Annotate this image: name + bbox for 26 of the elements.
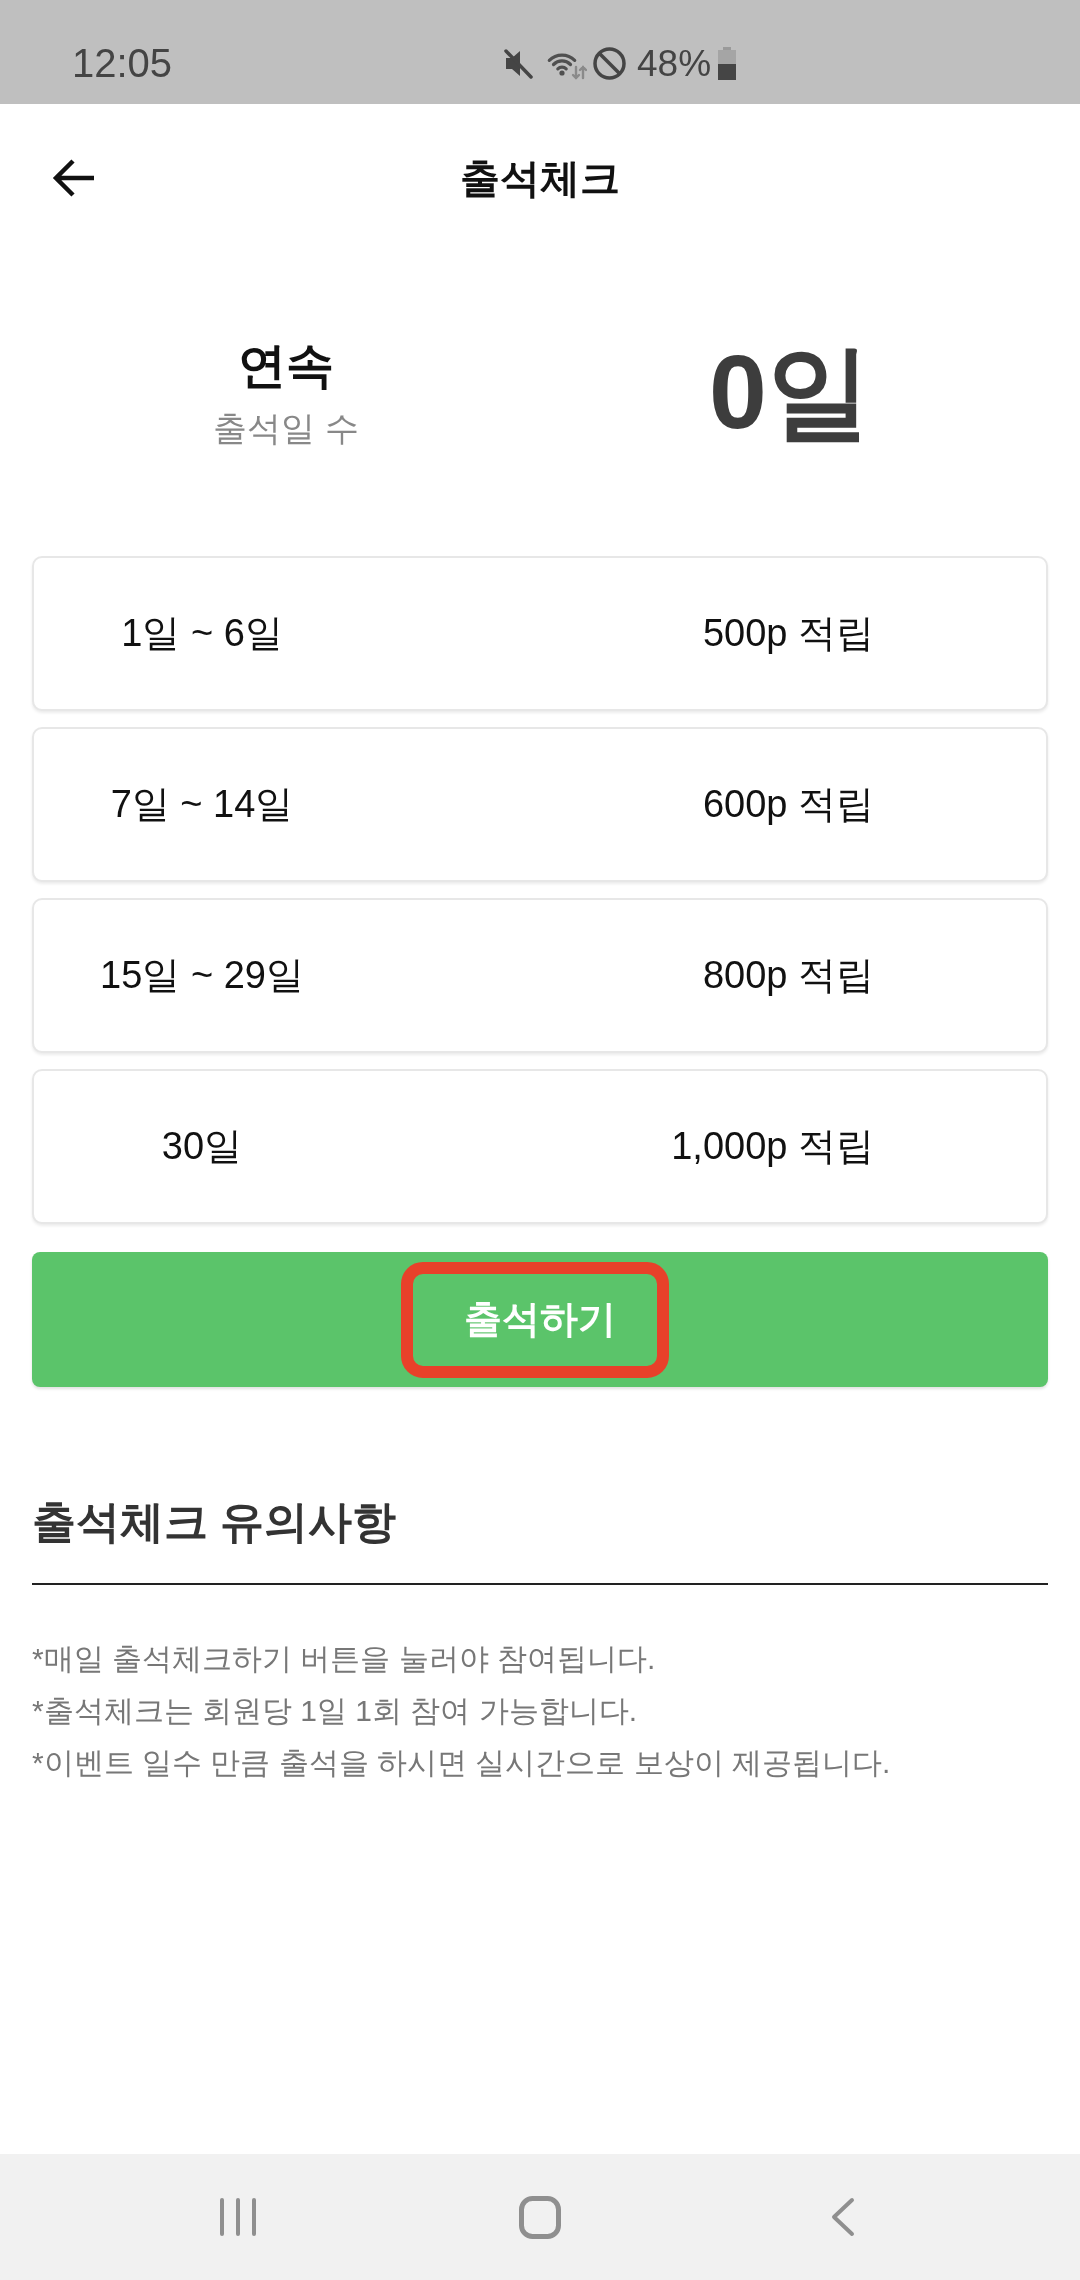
recent-apps-icon[interactable] [219, 2197, 257, 2237]
muted-speaker-icon [503, 46, 534, 80]
home-icon[interactable] [519, 2195, 561, 2239]
reward-points-text: 500p 적립 [702, 611, 874, 656]
page-title: 출석체크 [460, 155, 620, 202]
clock-text: 12:05 [72, 41, 173, 85]
check-in-button[interactable]: 출석하기 [32, 1252, 1048, 1387]
back-chevron-icon[interactable] [829, 2197, 855, 2237]
notice-text: *매일 출석체크하기 버튼을 눌러야 참여됩니다. [32, 1641, 657, 1677]
section-title: 출석체크 유의사항 [32, 1496, 398, 1548]
notice-text: *이벤트 일수 만큼 출석을 하시면 실시간으로 보상이 제공됩니다. [32, 1745, 892, 1781]
day-range-text: 7일 ~ 14일 [110, 782, 294, 827]
streak-label: 연속 [238, 337, 334, 394]
reward-points-text: 1,000p 적립 [671, 1124, 874, 1169]
notice-text: *출석체크는 회원당 1일 1회 참여 가능합니다. [32, 1693, 639, 1729]
reward-points-text: 600p 적립 [702, 782, 874, 827]
reward-points-text: 800p 적립 [702, 953, 874, 998]
streak-sublabel: 출석일 수 [213, 408, 359, 450]
streak-count: 0일 [709, 333, 871, 453]
battery-icon [716, 46, 739, 80]
day-range-text: 1일 ~ 6일 [121, 611, 283, 656]
back-arrow-icon[interactable] [52, 158, 96, 198]
day-range-text: 30일 [161, 1124, 243, 1169]
do-not-disturb-icon [592, 45, 627, 81]
battery-percent-text: 48% [637, 44, 712, 82]
day-range-text: 15일 ~ 29일 [100, 953, 304, 998]
